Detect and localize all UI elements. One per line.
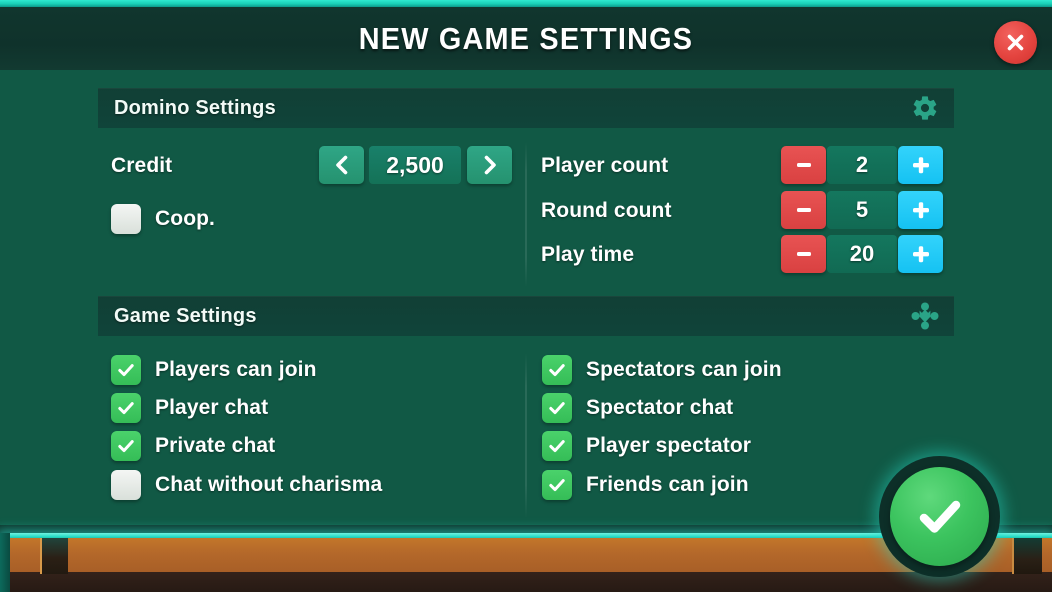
players-can-join-checkbox[interactable] bbox=[111, 355, 141, 385]
close-button[interactable] bbox=[994, 21, 1037, 64]
table-wood-edge bbox=[0, 572, 1052, 592]
coop-label: Coop. bbox=[155, 207, 215, 230]
credit-decrease-button[interactable] bbox=[319, 146, 364, 184]
checkmark-icon bbox=[118, 364, 134, 377]
checkmark-icon bbox=[118, 440, 134, 453]
player-count-increase-button[interactable] bbox=[898, 146, 943, 184]
chevron-left-icon bbox=[335, 155, 347, 175]
checkmark-icon bbox=[919, 500, 960, 533]
game-settings-title: Game Settings bbox=[114, 304, 257, 327]
player-count-label: Player count bbox=[541, 154, 669, 177]
gear-icon bbox=[910, 93, 940, 123]
minus-icon bbox=[796, 208, 811, 212]
friends-can-join-checkbox[interactable] bbox=[542, 470, 572, 500]
domino-settings-header: Domino Settings bbox=[98, 88, 954, 128]
table-left-edge bbox=[0, 533, 10, 592]
chat-without-charisma-checkbox[interactable] bbox=[111, 470, 141, 500]
round-count-label: Round count bbox=[541, 199, 672, 222]
top-neon-accent-line bbox=[0, 0, 1052, 7]
friends-can-join-label: Friends can join bbox=[586, 473, 749, 496]
credit-value[interactable]: 2,500 bbox=[369, 146, 461, 184]
domino-tile-right[interactable] bbox=[1012, 538, 1042, 574]
page-title: NEW GAME SETTINGS bbox=[358, 20, 694, 56]
checkmark-icon bbox=[549, 479, 565, 492]
checkmark-icon bbox=[549, 364, 565, 377]
cog-lobes-icon bbox=[910, 301, 940, 331]
play-time-label: Play time bbox=[541, 243, 635, 266]
checkmark-icon bbox=[549, 440, 565, 453]
private-chat-checkbox[interactable] bbox=[111, 431, 141, 461]
domino-tile-left[interactable] bbox=[40, 538, 68, 574]
dialog-header: NEW GAME SETTINGS bbox=[0, 7, 1052, 70]
lower-column-divider bbox=[525, 353, 527, 518]
spectator-chat-checkbox[interactable] bbox=[542, 393, 572, 423]
plus-icon bbox=[912, 157, 929, 174]
player-chat-checkbox[interactable] bbox=[111, 393, 141, 423]
private-chat-label: Private chat bbox=[155, 434, 276, 457]
play-time-decrease-button[interactable] bbox=[781, 235, 826, 273]
plus-icon bbox=[912, 202, 929, 219]
spectators-can-join-checkbox[interactable] bbox=[542, 355, 572, 385]
play-time-value: 20 bbox=[827, 235, 897, 273]
spectator-chat-label: Spectator chat bbox=[586, 396, 734, 419]
close-x-icon bbox=[1007, 34, 1024, 51]
credit-increase-button[interactable] bbox=[467, 146, 512, 184]
settings-body: Domino Settings Credit 2,500 Coop. Playe… bbox=[0, 70, 1052, 525]
round-count-decrease-button[interactable] bbox=[781, 191, 826, 229]
players-can-join-label: Players can join bbox=[155, 358, 317, 381]
checkmark-icon bbox=[118, 402, 134, 415]
minus-icon bbox=[796, 163, 811, 167]
spectators-can-join-label: Spectators can join bbox=[586, 358, 782, 381]
new-game-settings-screen: NEW GAME SETTINGS Domino Settings Credit bbox=[0, 0, 1052, 592]
checkmark-icon bbox=[549, 402, 565, 415]
chat-without-charisma-label: Chat without charisma bbox=[155, 473, 383, 496]
play-time-increase-button[interactable] bbox=[898, 235, 943, 273]
player-spectator-checkbox[interactable] bbox=[542, 431, 572, 461]
player-chat-label: Player chat bbox=[155, 396, 269, 419]
game-settings-header: Game Settings bbox=[98, 296, 954, 336]
confirm-button-inner bbox=[890, 467, 989, 566]
coop-checkbox[interactable] bbox=[111, 204, 141, 234]
player-count-value: 2 bbox=[827, 146, 897, 184]
player-spectator-label: Player spectator bbox=[586, 434, 752, 457]
round-count-value: 5 bbox=[827, 191, 897, 229]
upper-column-divider bbox=[525, 142, 527, 287]
chevron-right-icon bbox=[484, 155, 496, 175]
round-count-increase-button[interactable] bbox=[898, 191, 943, 229]
confirm-button[interactable] bbox=[879, 456, 1000, 577]
credit-label: Credit bbox=[111, 154, 173, 177]
plus-icon bbox=[912, 246, 929, 263]
minus-icon bbox=[796, 252, 811, 256]
player-count-decrease-button[interactable] bbox=[781, 146, 826, 184]
domino-settings-title: Domino Settings bbox=[114, 96, 276, 119]
